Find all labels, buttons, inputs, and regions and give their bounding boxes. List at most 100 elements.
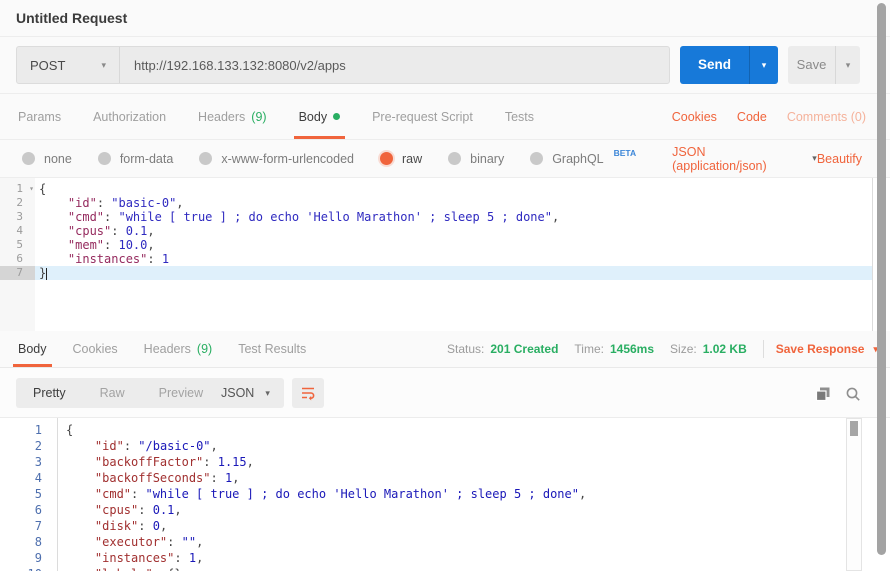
- radio-icon: [530, 152, 543, 165]
- copy-response-button[interactable]: [814, 385, 832, 403]
- code-token: [39, 252, 68, 266]
- send-button[interactable]: Send: [680, 46, 749, 84]
- body-type-none[interactable]: none: [22, 152, 72, 166]
- line-number: 3: [0, 454, 56, 470]
- wrap-text-icon: [300, 385, 316, 401]
- code-token: ,: [196, 535, 203, 549]
- code-line[interactable]: "executor": "",: [58, 534, 844, 550]
- tab-label: Headers: [144, 342, 191, 356]
- fold-caret-icon[interactable]: ▾: [29, 182, 34, 196]
- tab-label: Test Results: [238, 342, 306, 356]
- tab-test-results[interactable]: Test Results: [236, 331, 308, 367]
- url-input[interactable]: http://192.168.133.132:8080/v2/apps: [120, 47, 669, 83]
- page-scrollbar-thumb[interactable]: [877, 3, 886, 555]
- code-token: ,: [174, 503, 181, 517]
- code-line[interactable]: "cpus": 0.1,: [35, 224, 872, 238]
- code-token: 1.15: [218, 455, 247, 469]
- code-token: ,: [147, 238, 154, 252]
- url-field-group: POST ▾ http://192.168.133.132:8080/v2/ap…: [16, 46, 670, 84]
- tab-pre-request-script[interactable]: Pre-request Script: [370, 94, 475, 139]
- view-pretty[interactable]: Pretty: [16, 378, 83, 408]
- copy-icon: [814, 385, 832, 403]
- code-line[interactable]: {: [58, 422, 844, 438]
- code-link[interactable]: Code: [737, 110, 767, 124]
- code-token: [66, 519, 95, 533]
- tab-label: Params: [18, 110, 61, 124]
- body-type-form-data[interactable]: form-data: [98, 152, 174, 166]
- save-button[interactable]: Save: [788, 46, 835, 84]
- code-line[interactable]: "id": "basic-0",: [35, 196, 872, 210]
- code-token: [66, 439, 95, 453]
- code-token: [39, 210, 68, 224]
- code-line[interactable]: "id": "/basic-0",: [58, 438, 844, 454]
- code-token: [39, 224, 68, 238]
- code-line[interactable]: "mem": 10.0,: [35, 238, 872, 252]
- code-line[interactable]: "backoffFactor": 1.15,: [58, 454, 844, 470]
- code-token: ,: [211, 439, 218, 453]
- tab-label: Tests: [505, 110, 534, 124]
- code-line[interactable]: "instances": 1: [35, 252, 872, 266]
- tab-params[interactable]: Params: [16, 94, 63, 139]
- tab-label: Body: [299, 110, 328, 124]
- line-number: 7: [0, 266, 35, 280]
- response-format-select[interactable]: JSON ▾: [207, 378, 284, 408]
- tab-label: Body: [18, 342, 47, 356]
- content-type-select[interactable]: JSON (application/json) ▾: [672, 145, 817, 173]
- cookies-link[interactable]: Cookies: [672, 110, 717, 124]
- response-body-editor[interactable]: 12345678910 { "id": "/basic-0", "backoff…: [0, 418, 890, 571]
- tab-body[interactable]: Body: [16, 331, 49, 367]
- line-number: 2: [0, 196, 35, 210]
- send-options-button[interactable]: ▾: [749, 46, 778, 84]
- tab-tests[interactable]: Tests: [503, 94, 536, 139]
- request-body-editor[interactable]: 1▾234567 { "id": "basic-0", "cmd": "whil…: [0, 178, 873, 331]
- request-title-bar: Untitled Request: [0, 0, 890, 37]
- view-raw[interactable]: Raw: [83, 378, 142, 408]
- code-line[interactable]: {: [35, 182, 872, 196]
- body-type-binary[interactable]: binary: [448, 152, 504, 166]
- code-line[interactable]: "labels": {},: [58, 566, 844, 571]
- tab-body[interactable]: Body: [297, 94, 343, 139]
- line-number: 4: [0, 470, 56, 486]
- save-button-group: Save ▾: [788, 46, 860, 84]
- response-editor-code[interactable]: { "id": "/basic-0", "backoffFactor": 1.1…: [58, 418, 844, 571]
- code-token: 0: [153, 519, 160, 533]
- code-token: :: [167, 535, 181, 549]
- code-line[interactable]: "disk": 0,: [58, 518, 844, 534]
- save-response-button[interactable]: Save Response ▾: [776, 342, 878, 356]
- code-line[interactable]: "cmd": "while [ true ] ; do echo 'Hello …: [35, 210, 872, 224]
- search-icon: [844, 385, 862, 403]
- body-type-graphql[interactable]: GraphQLBETA: [530, 152, 636, 166]
- code-line[interactable]: "cpus": 0.1,: [58, 502, 844, 518]
- body-type-raw[interactable]: raw: [380, 152, 422, 166]
- beautify-link[interactable]: Beautify: [817, 152, 862, 166]
- search-response-button[interactable]: [844, 385, 862, 403]
- tab-headers[interactable]: Headers(9): [142, 331, 215, 367]
- code-line[interactable]: }: [35, 266, 872, 280]
- body-type-options: none form-data x-www-form-urlencoded raw bin…: [22, 152, 662, 166]
- comments-link[interactable]: Comments (0): [787, 110, 866, 124]
- radio-icon: [98, 152, 111, 165]
- tab-authorization[interactable]: Authorization: [91, 94, 168, 139]
- code-token: "while [ true ] ; do echo 'Hello Maratho…: [118, 210, 551, 224]
- tab-cookies[interactable]: Cookies: [71, 331, 120, 367]
- code-line[interactable]: "backoffSeconds": 1,: [58, 470, 844, 486]
- status-value: 201 Created: [490, 342, 558, 356]
- response-view-switcher: PrettyRawPreview: [16, 378, 220, 408]
- tab-label: Cookies: [73, 342, 118, 356]
- code-token: [66, 503, 95, 517]
- wrap-text-button[interactable]: [292, 378, 324, 408]
- radio-label: raw: [402, 152, 422, 166]
- save-options-button[interactable]: ▾: [835, 46, 860, 84]
- method-select[interactable]: POST ▾: [17, 47, 120, 83]
- response-editor-scrollbar[interactable]: [846, 418, 862, 571]
- beta-badge: BETA: [614, 148, 637, 158]
- tab-headers[interactable]: Headers(9): [196, 94, 269, 139]
- code-token: 0.1: [153, 503, 175, 517]
- request-editor-code[interactable]: { "id": "basic-0", "cmd": "while [ true …: [35, 178, 872, 331]
- request-editor-gutter: 1▾234567: [0, 178, 35, 331]
- scrollbar-thumb[interactable]: [850, 421, 858, 436]
- body-type-x-www-form-urlencoded[interactable]: x-www-form-urlencoded: [199, 152, 354, 166]
- code-line[interactable]: "cmd": "while [ true ] ; do echo 'Hello …: [58, 486, 844, 502]
- time-label: Time:: [574, 342, 604, 356]
- code-line[interactable]: "instances": 1,: [58, 550, 844, 566]
